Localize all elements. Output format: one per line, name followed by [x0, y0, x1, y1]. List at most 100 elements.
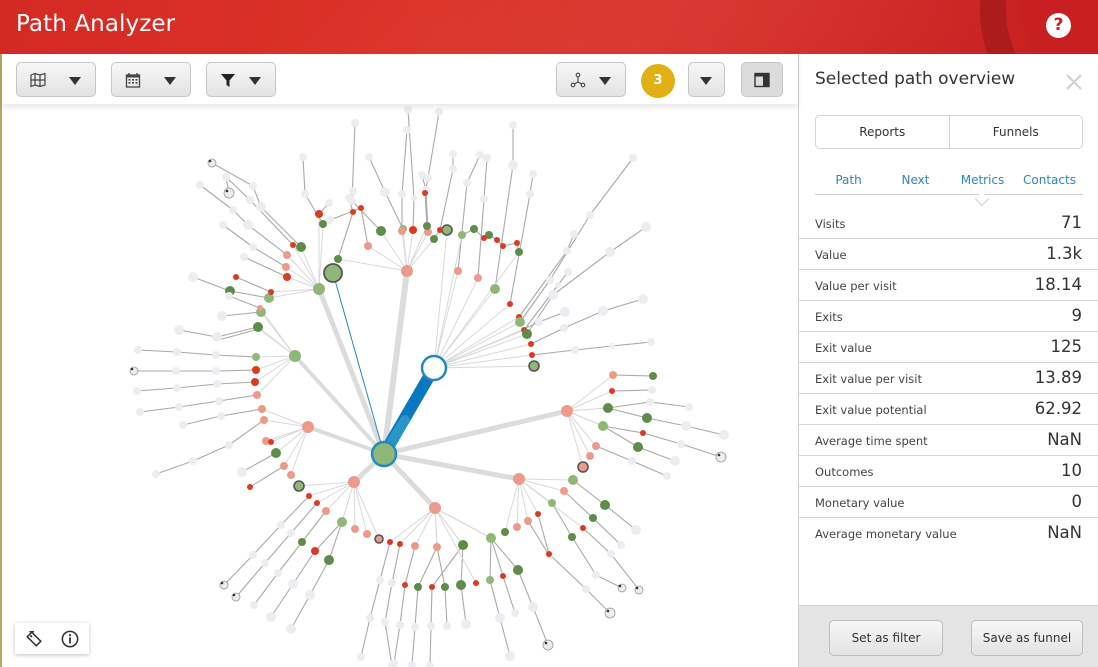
path-node[interactable] [535, 511, 541, 517]
path-node[interactable] [560, 487, 568, 495]
path-node[interactable] [299, 153, 307, 161]
path-node[interactable] [314, 500, 320, 506]
selection-count-badge[interactable]: 3 [641, 64, 675, 98]
path-node[interactable] [397, 541, 403, 547]
path-node[interactable] [260, 416, 268, 424]
path-node[interactable] [350, 209, 356, 215]
path-node[interactable] [592, 571, 600, 579]
path-node[interactable] [546, 551, 552, 557]
path-node[interactable] [476, 151, 484, 159]
path-node[interactable] [257, 305, 263, 311]
path-node-highlighted[interactable] [293, 480, 305, 492]
path-hub-node[interactable] [313, 283, 325, 295]
path-node[interactable] [268, 289, 274, 295]
path-node[interactable] [571, 346, 579, 354]
path-node[interactable] [426, 662, 434, 667]
path-node[interactable] [398, 190, 406, 198]
path-node[interactable] [500, 243, 506, 249]
selected-path-node[interactable] [420, 354, 448, 382]
path-node[interactable] [398, 227, 406, 235]
path-node[interactable] [237, 467, 247, 477]
path-node[interactable] [528, 341, 534, 347]
filter-dropdown-button[interactable] [206, 62, 276, 97]
path-node[interactable] [685, 403, 693, 411]
path-node[interactable] [542, 639, 554, 651]
path-node[interactable] [424, 174, 432, 182]
save-as-funnel-button[interactable]: Save as funnel [971, 620, 1083, 656]
path-node[interactable] [592, 442, 600, 450]
path-node[interactable] [411, 542, 419, 550]
path-node[interactable] [390, 659, 398, 667]
path-node[interactable] [287, 471, 295, 479]
graph-layout-dropdown-button[interactable] [556, 62, 626, 97]
path-hub-node[interactable] [323, 263, 343, 283]
root-path-node[interactable] [370, 440, 398, 468]
path-node[interactable] [629, 154, 637, 162]
path-node[interactable] [433, 543, 441, 551]
path-node[interactable] [514, 240, 520, 246]
tab-next[interactable]: Next [882, 167, 949, 194]
path-node[interactable] [364, 242, 372, 250]
path-node[interactable] [261, 559, 269, 567]
path-node[interactable] [249, 243, 257, 251]
tab-path[interactable]: Path [815, 167, 882, 194]
path-node[interactable] [563, 247, 571, 255]
path-node[interactable] [586, 452, 594, 460]
path-node[interactable] [174, 325, 184, 335]
path-node[interactable] [501, 528, 509, 536]
path-node[interactable] [366, 614, 374, 622]
path-node[interactable] [296, 242, 306, 252]
path-node[interactable] [522, 329, 532, 339]
segment-funnels[interactable]: Funnels [948, 116, 1083, 148]
path-node[interactable] [474, 274, 482, 282]
path-node-highlighted[interactable] [577, 461, 589, 473]
path-node[interactable] [414, 583, 422, 591]
path-node[interactable] [334, 255, 342, 263]
path-node[interactable] [287, 529, 295, 537]
path-node[interactable] [422, 190, 428, 196]
path-node[interactable] [225, 292, 233, 300]
path-node[interactable] [274, 569, 282, 577]
path-node[interactable] [511, 609, 519, 617]
path-node[interactable] [535, 318, 543, 326]
path-node[interactable] [580, 525, 586, 531]
path-node[interactable] [508, 160, 518, 170]
path-node[interactable] [483, 154, 491, 162]
path-node[interactable] [271, 448, 281, 458]
path-node[interactable] [217, 311, 227, 321]
path-node[interactable] [564, 268, 572, 276]
path-node[interactable] [212, 367, 220, 375]
path-node[interactable] [213, 380, 221, 388]
path-node[interactable] [229, 206, 237, 214]
path-node[interactable] [277, 521, 285, 529]
path-node[interactable] [528, 602, 538, 612]
path-node[interactable] [411, 195, 417, 201]
path-node[interactable] [607, 550, 615, 558]
path-node[interactable] [173, 384, 181, 392]
path-node[interactable] [215, 397, 223, 405]
path-node[interactable] [486, 576, 494, 584]
path-node[interactable] [640, 430, 646, 436]
path-node[interactable] [570, 230, 578, 238]
path-node[interactable] [633, 442, 643, 452]
map-dropdown-button[interactable] [16, 62, 96, 97]
path-node[interactable] [638, 294, 648, 304]
path-node[interactable] [670, 456, 680, 466]
info-icon[interactable] [61, 630, 79, 648]
path-hub-node[interactable] [401, 265, 413, 277]
path-node[interactable] [240, 253, 248, 261]
path-node[interactable] [252, 353, 260, 361]
path-node[interactable] [598, 306, 608, 316]
path-node[interactable] [526, 190, 534, 198]
path-node[interactable] [152, 470, 160, 478]
path-node[interactable] [529, 352, 535, 358]
path-node[interactable] [219, 221, 227, 229]
path-node[interactable] [136, 408, 144, 416]
path-node[interactable] [258, 405, 266, 413]
path-node[interactable] [256, 202, 266, 212]
path-node[interactable] [677, 440, 685, 448]
path-node[interactable] [283, 251, 291, 259]
path-node[interactable] [507, 301, 513, 307]
path-node[interactable] [381, 618, 389, 626]
path-node[interactable] [458, 540, 468, 550]
